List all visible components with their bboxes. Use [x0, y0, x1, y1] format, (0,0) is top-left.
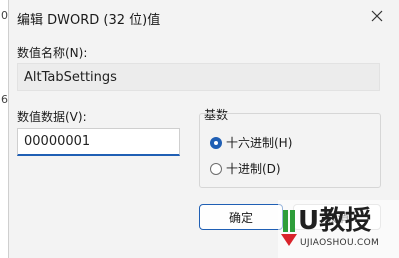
radio-checked-icon[interactable] — [210, 136, 222, 149]
ujiaoshou-logo-icon — [281, 210, 297, 246]
close-icon — [371, 10, 383, 22]
radio-dec-label: 十进制(D) — [226, 162, 281, 176]
background-text: 6 — [1, 93, 8, 106]
base-group: 十六进制(H) 十进制(D) — [199, 113, 381, 188]
radio-dec[interactable]: 十进制(D) — [210, 160, 281, 177]
watermark-brand: U教授 — [298, 206, 372, 236]
value-data-input[interactable]: 00000001 — [17, 128, 180, 156]
watermark-url: UJIAOSHOU.COM — [300, 238, 380, 248]
close-button[interactable] — [360, 2, 394, 30]
title-bar: 编辑 DWORD (32 位)值 — [9, 0, 399, 34]
value-data-label: 数值数据(V): — [17, 110, 87, 124]
radio-hex-label: 十六进制(H) — [226, 136, 293, 150]
dialog-title: 编辑 DWORD (32 位)值 — [17, 13, 161, 28]
watermark: U教授 UJIAOSHOU.COM — [278, 200, 399, 258]
value-name-field[interactable]: AltTabSettings — [17, 63, 380, 91]
value-name-label: 数值名称(N): — [17, 46, 88, 60]
background-text: 0 — [1, 9, 8, 22]
radio-unchecked-icon[interactable] — [210, 162, 222, 175]
ok-button[interactable]: 确定 — [199, 204, 283, 230]
radio-hex[interactable]: 十六进制(H) — [210, 134, 292, 151]
